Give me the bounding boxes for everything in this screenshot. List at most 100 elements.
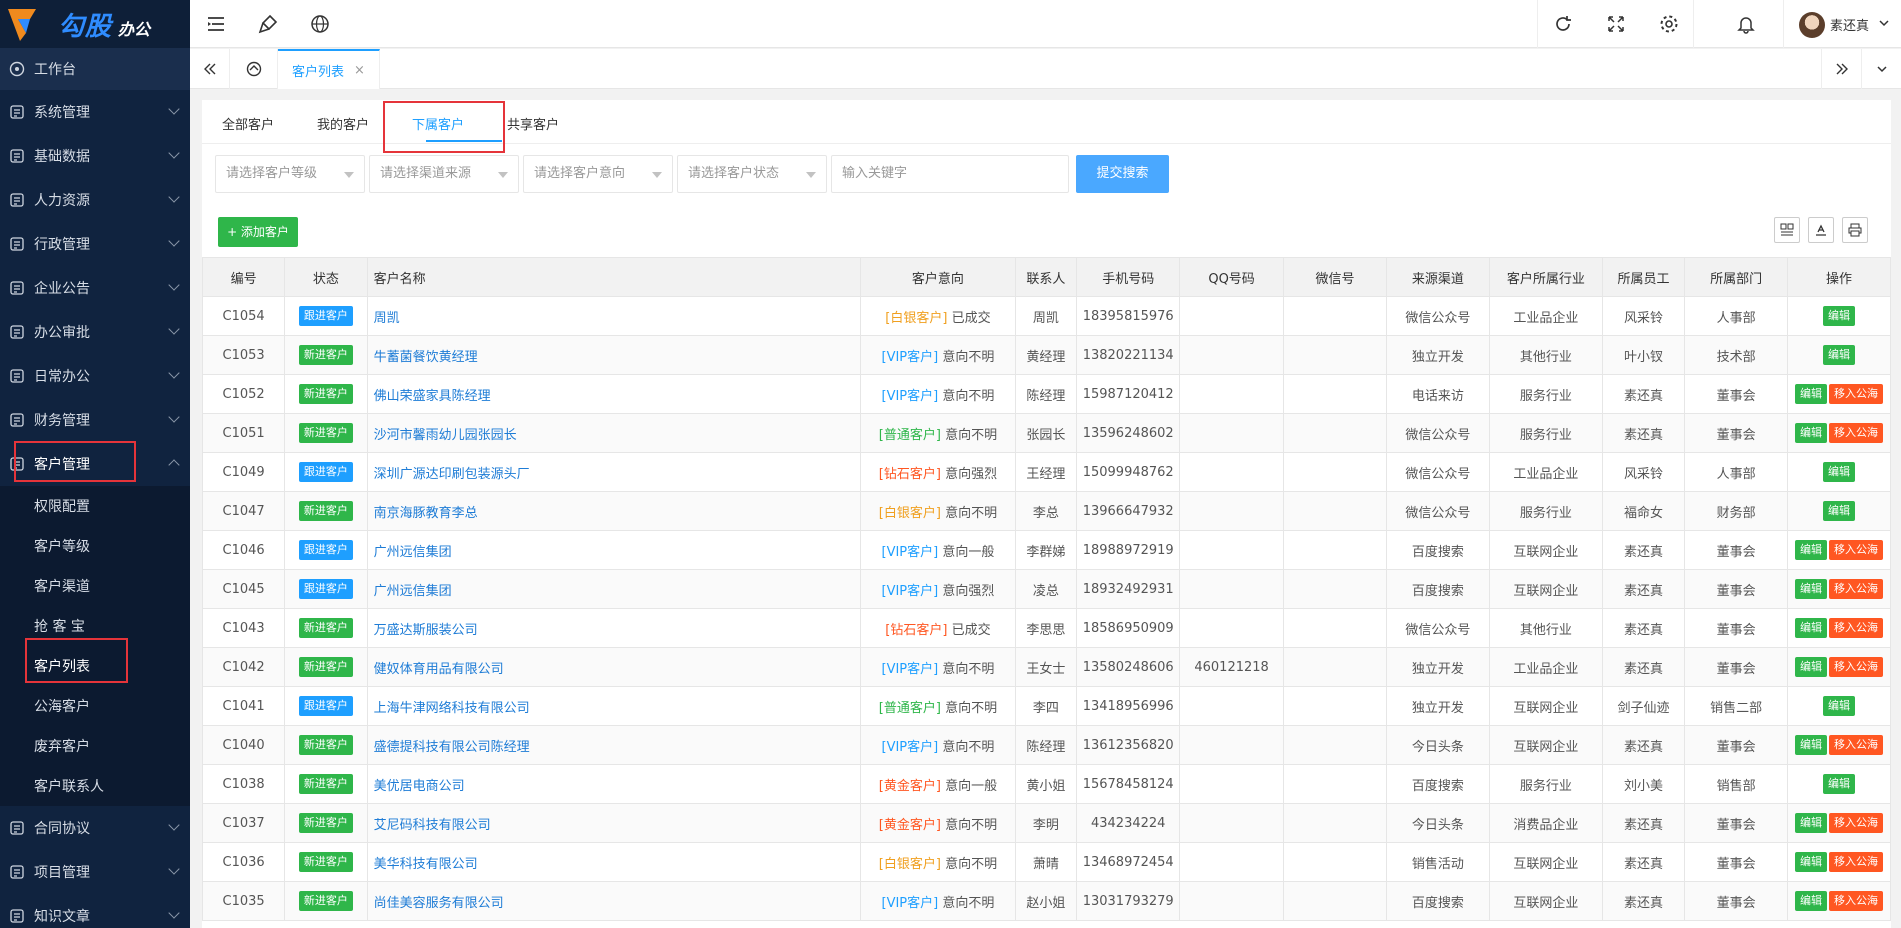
customer-name-link[interactable]: 深圳广源达印刷包装源头厂 bbox=[374, 467, 530, 482]
keyword-input[interactable]: 输入关键字 bbox=[831, 155, 1069, 193]
move-to-sea-button[interactable]: 移入公海 bbox=[1829, 657, 1884, 677]
edit-button[interactable]: 编辑 bbox=[1795, 657, 1828, 677]
move-to-sea-button[interactable]: 移入公海 bbox=[1829, 579, 1884, 599]
home-tab-icon[interactable] bbox=[230, 49, 278, 89]
level-select[interactable]: 请选择客户等级 bbox=[215, 155, 365, 193]
edit-button[interactable]: 编辑 bbox=[1795, 579, 1828, 599]
print-icon[interactable] bbox=[1842, 217, 1868, 243]
customer-name-link[interactable]: 艾尼码科技有限公司 bbox=[374, 818, 491, 833]
clean-cache-icon[interactable] bbox=[258, 14, 278, 34]
edit-button[interactable]: 编辑 bbox=[1795, 618, 1828, 638]
sidebar-item-workbench[interactable]: 工作台 bbox=[0, 48, 190, 90]
edit-button[interactable]: 编辑 bbox=[1795, 423, 1828, 443]
customer-name-link[interactable]: 广州远信集团 bbox=[374, 545, 452, 560]
customer-name-link[interactable]: 尚佳美容服务有限公司 bbox=[374, 896, 504, 911]
edit-button[interactable]: 编辑 bbox=[1823, 462, 1856, 482]
edit-button[interactable]: 编辑 bbox=[1823, 306, 1856, 326]
customer-name-link[interactable]: 牛蓄菌餐饮黄经理 bbox=[374, 350, 478, 365]
table-row[interactable]: C1041 跟进客户 上海牛津网络科技有限公司 [普通客户] 意向不明 李四 134189… bbox=[201, 686, 1891, 726]
edit-button[interactable]: 编辑 bbox=[1795, 384, 1828, 404]
columns-filter-icon[interactable] bbox=[1774, 217, 1800, 243]
move-to-sea-button[interactable]: 移入公海 bbox=[1829, 423, 1884, 443]
status-select[interactable]: 请选择客户状态 bbox=[677, 155, 827, 193]
table-row[interactable]: C1047 新进客户 南京海豚教育李总 [白银客户] 意向不明 李总 1396664793… bbox=[201, 491, 1891, 531]
user-name[interactable]: 素还真 bbox=[1830, 15, 1869, 34]
avatar[interactable] bbox=[1799, 12, 1825, 38]
table-row[interactable]: C1040 新进客户 盛德提科技有限公司陈经理 [VIP客户] 意向不明 陈经理 1361… bbox=[201, 725, 1891, 765]
refresh-icon[interactable] bbox=[1553, 14, 1573, 34]
submenu-item[interactable]: 客户等级 bbox=[0, 526, 190, 566]
move-to-sea-button[interactable]: 移入公海 bbox=[1829, 540, 1884, 560]
customer-name-link[interactable]: 美华科技有限公司 bbox=[374, 857, 478, 872]
tabs-scroll-left-icon[interactable] bbox=[190, 49, 230, 89]
table-row[interactable]: C1035 新进客户 尚佳美容服务有限公司 [VIP客户] 意向不明 赵小姐 130317… bbox=[201, 881, 1891, 921]
edit-button[interactable]: 编辑 bbox=[1823, 774, 1856, 794]
table-row[interactable]: C1053 新进客户 牛蓄菌餐饮黄经理 [VIP客户] 意向不明 黄经理 13820221… bbox=[201, 335, 1891, 375]
sidebar-item-building[interactable]: 行政管理 bbox=[0, 222, 190, 266]
table-row[interactable]: C1051 新进客户 沙河市馨雨幼儿园张园长 [普通客户] 意向不明 张园长 135962… bbox=[201, 413, 1891, 453]
tabs-scroll-right-icon[interactable] bbox=[1821, 49, 1861, 89]
edit-button[interactable]: 编辑 bbox=[1823, 501, 1856, 521]
table-row[interactable]: C1036 新进客户 美华科技有限公司 [白银客户] 意向不明 萧晴 1346897245… bbox=[201, 842, 1891, 882]
table-row[interactable]: C1038 新进客户 美优居电商公司 [黄金客户] 意向一般 黄小姐 1567845812… bbox=[201, 764, 1891, 804]
bell-icon[interactable] bbox=[1736, 14, 1756, 34]
submenu-item[interactable]: 废弃客户 bbox=[0, 726, 190, 766]
move-to-sea-button[interactable]: 移入公海 bbox=[1829, 384, 1884, 404]
sidebar-item-bell[interactable]: 企业公告 bbox=[0, 266, 190, 310]
table-row[interactable]: C1045 跟进客户 广州远信集团 [VIP客户] 意向强烈 凌总 18932492931… bbox=[201, 569, 1891, 609]
customer-name-link[interactable]: 广州远信集团 bbox=[374, 584, 452, 599]
menu-toggle-icon[interactable] bbox=[206, 14, 226, 34]
table-row[interactable]: C1049 跟进客户 深圳广源达印刷包装源头厂 [钻石客户] 意向强烈 王经理 15099… bbox=[201, 452, 1891, 492]
customer-name-link[interactable]: 沙河市馨雨幼儿园张园长 bbox=[374, 428, 517, 443]
submit-search-button[interactable]: 提交搜索 bbox=[1076, 155, 1169, 193]
tab-customer-list[interactable]: 客户列表 × bbox=[278, 49, 380, 89]
edit-button[interactable]: 编辑 bbox=[1795, 735, 1828, 755]
submenu-item[interactable]: 客户联系人 bbox=[0, 766, 190, 806]
sidebar-item-approve[interactable]: 办公审批 bbox=[0, 310, 190, 354]
submenu-item[interactable]: 公海客户 bbox=[0, 686, 190, 726]
channel-select[interactable]: 请选择渠道来源 bbox=[369, 155, 519, 193]
sidebar-item-settings[interactable]: 系统管理 bbox=[0, 90, 190, 134]
customer-name-link[interactable]: 美优居电商公司 bbox=[374, 779, 465, 794]
customer-name-link[interactable]: 健奴体育用品有限公司 bbox=[374, 662, 504, 677]
move-to-sea-button[interactable]: 移入公海 bbox=[1829, 813, 1884, 833]
move-to-sea-button[interactable]: 移入公海 bbox=[1829, 852, 1884, 872]
intent-select[interactable]: 请选择客户意向 bbox=[523, 155, 673, 193]
table-row[interactable]: C1037 新进客户 艾尼码科技有限公司 [黄金客户] 意向不明 李明 434234224… bbox=[201, 803, 1891, 843]
submenu-item[interactable]: 权限配置 bbox=[0, 486, 190, 526]
customer-name-link[interactable]: 南京海豚教育李总 bbox=[374, 506, 478, 521]
table-row[interactable]: C1046 跟进客户 广州远信集团 [VIP客户] 意向一般 李群娣 1898897291… bbox=[201, 530, 1891, 570]
customer-name-link[interactable]: 周凯 bbox=[374, 311, 400, 326]
move-to-sea-button[interactable]: 移入公海 bbox=[1829, 891, 1884, 911]
subtab-mine[interactable]: 我的客户 bbox=[317, 114, 369, 133]
sidebar-item-database[interactable]: 基础数据 bbox=[0, 134, 190, 178]
subtab-shared[interactable]: 共享客户 bbox=[507, 114, 559, 133]
edit-button[interactable]: 编辑 bbox=[1823, 345, 1856, 365]
edit-button[interactable]: 编辑 bbox=[1795, 813, 1828, 833]
settings-gear-icon[interactable] bbox=[1659, 14, 1679, 34]
sidebar-item-person[interactable]: 人力资源 bbox=[0, 178, 190, 222]
subtab-all[interactable]: 全部客户 bbox=[222, 114, 274, 133]
tabs-menu-chevron-icon[interactable] bbox=[1861, 49, 1901, 89]
customer-name-link[interactable]: 佛山荣盛家具陈经理 bbox=[374, 389, 491, 404]
fullscreen-icon[interactable] bbox=[1606, 14, 1626, 34]
edit-button[interactable]: 编辑 bbox=[1795, 891, 1828, 911]
customer-name-link[interactable]: 万盛达斯服装公司 bbox=[374, 623, 478, 638]
table-row[interactable]: C1043 新进客户 万盛达斯服装公司 [钻石客户] 已成交 李思思 1858695090… bbox=[201, 608, 1891, 648]
sidebar-item-money[interactable]: 财务管理 bbox=[0, 398, 190, 442]
sidebar-item-calendar[interactable]: 日常办公 bbox=[0, 354, 190, 398]
move-to-sea-button[interactable]: 移入公海 bbox=[1829, 735, 1884, 755]
table-row[interactable]: C1042 新进客户 健奴体育用品有限公司 [VIP客户] 意向不明 王女士 135802… bbox=[201, 647, 1891, 687]
sidebar-item-contract[interactable]: 合同协议 bbox=[0, 806, 190, 850]
table-row[interactable]: C1052 新进客户 佛山荣盛家具陈经理 [VIP客户] 意向不明 陈经理 1598712… bbox=[201, 374, 1891, 414]
sidebar-item-project[interactable]: 项目管理 bbox=[0, 850, 190, 894]
move-to-sea-button[interactable]: 移入公海 bbox=[1829, 618, 1884, 638]
edit-button[interactable]: 编辑 bbox=[1795, 540, 1828, 560]
globe-icon[interactable] bbox=[310, 14, 330, 34]
chevron-down-icon[interactable] bbox=[1878, 17, 1898, 37]
add-customer-button[interactable]: + 添加客户 bbox=[218, 217, 298, 247]
sidebar-item-book[interactable]: 知识文章 bbox=[0, 894, 190, 928]
customer-name-link[interactable]: 盛德提科技有限公司陈经理 bbox=[374, 740, 530, 755]
tab-close-icon[interactable]: × bbox=[354, 63, 365, 78]
edit-button[interactable]: 编辑 bbox=[1795, 852, 1828, 872]
